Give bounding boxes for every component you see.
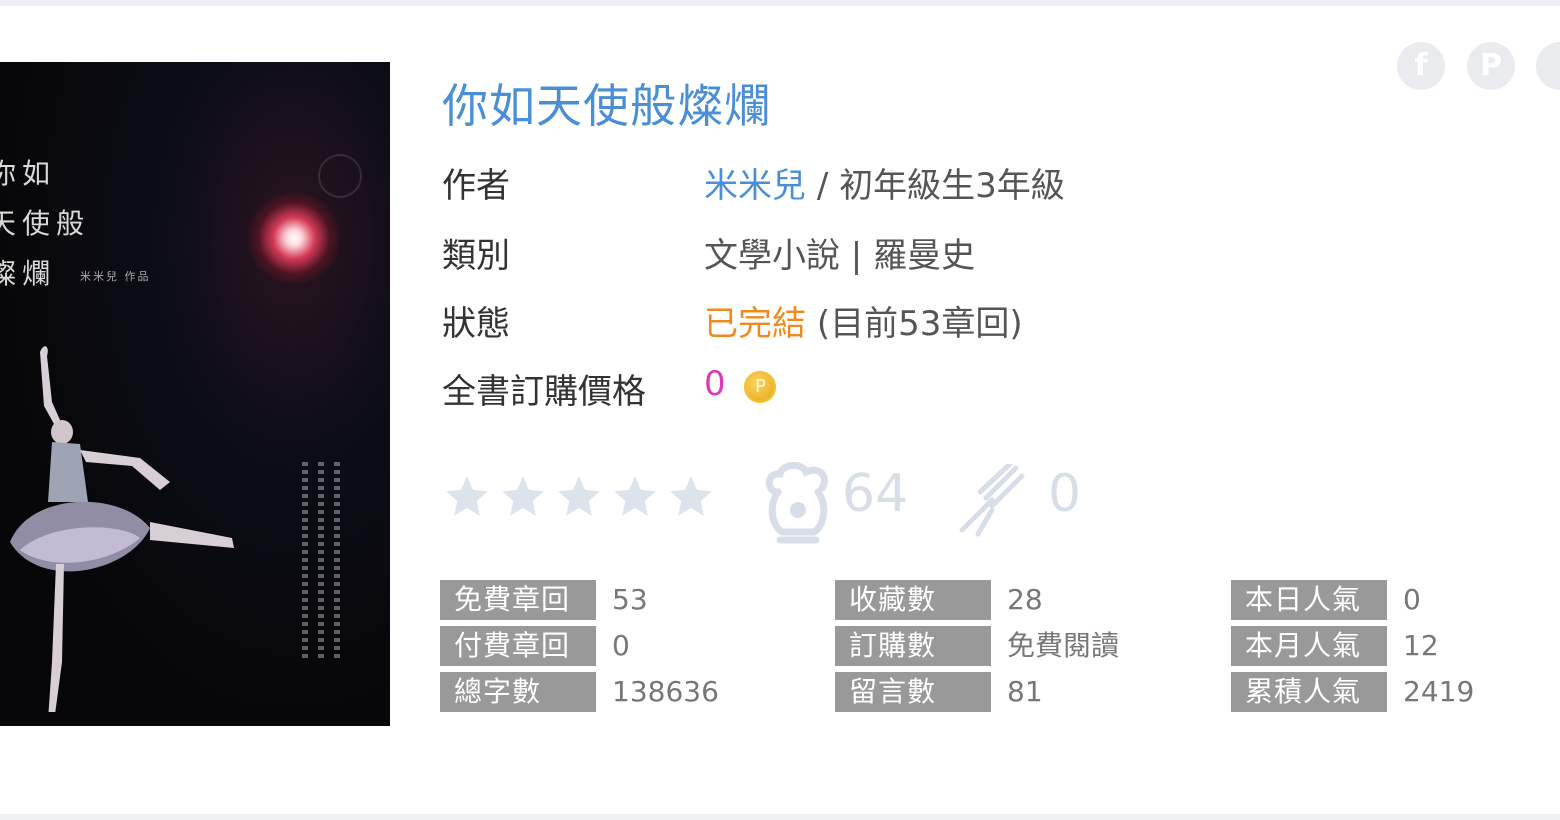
- plurk-share-icon[interactable]: P: [1467, 42, 1515, 90]
- more-share-icon[interactable]: [1536, 42, 1560, 90]
- category-label: 類別: [442, 236, 510, 276]
- cover-title-line: 天使般: [0, 207, 91, 240]
- stat-label: 收藏數: [835, 580, 991, 620]
- stat-label: 累積人氣: [1231, 672, 1387, 712]
- coin-icon: P: [744, 371, 777, 403]
- stat-label: 總字數: [440, 672, 596, 712]
- author-value: 米米兒 / 初年級生3年級: [704, 158, 1065, 207]
- price-value-wrap: 0 P: [704, 364, 777, 404]
- fork-count: 0: [1048, 464, 1082, 524]
- stat-label: 本日人氣: [1231, 580, 1387, 620]
- author-link[interactable]: 米米兒: [704, 166, 806, 206]
- chef-hat-icon[interactable]: [762, 462, 834, 548]
- stat-label: 付費章回: [440, 626, 596, 666]
- stat-value: 2419: [1403, 675, 1475, 708]
- cover-title-line: 燦爛: [0, 257, 57, 290]
- category-value[interactable]: 文學小說 | 羅曼史: [704, 228, 975, 277]
- stat-value: 28: [1007, 583, 1043, 616]
- ballerina-figure: [10, 346, 234, 712]
- status-label: 狀態: [442, 304, 510, 344]
- price-label: 全書訂購價格: [442, 372, 646, 412]
- cover-light-ring: [318, 154, 362, 198]
- book-title[interactable]: 你如天使般燦爛: [442, 70, 771, 136]
- author-label: 作者: [442, 166, 510, 206]
- cover-byline: 米米兒 作品: [80, 270, 151, 283]
- cover-vertical-text: [302, 462, 308, 662]
- stat-value: 12: [1403, 629, 1439, 662]
- stat-label: 訂購數: [835, 626, 991, 666]
- cover-title-line: 你如: [0, 157, 57, 190]
- stat-value: 138636: [612, 675, 719, 708]
- author-level: / 初年級生3年級: [816, 166, 1065, 206]
- stat-value: 免費閱讀: [1007, 629, 1120, 662]
- stat-label: 免費章回: [440, 580, 596, 620]
- rating-stars[interactable]: [442, 472, 716, 522]
- status-value: 已完結 (目前53章回): [704, 296, 1023, 345]
- stat-label: 留言數: [835, 672, 991, 712]
- star-icon[interactable]: [666, 472, 716, 522]
- book-cover-image[interactable]: 你如 天使般 燦爛 米米兒 作品: [0, 62, 390, 726]
- star-icon[interactable]: [610, 472, 660, 522]
- fork-icon[interactable]: [956, 464, 1036, 540]
- chef-count: 64: [842, 464, 909, 524]
- stat-value: 0: [612, 629, 630, 662]
- star-icon[interactable]: [554, 472, 604, 522]
- cover-vertical-text: [334, 462, 340, 662]
- status-completed: 已完結: [704, 304, 806, 344]
- star-icon[interactable]: [498, 472, 548, 522]
- stat-value: 81: [1007, 675, 1043, 708]
- price-value: 0: [704, 364, 726, 404]
- cover-vertical-text: [318, 462, 324, 662]
- stat-value: 53: [612, 583, 648, 616]
- cover-light-glow: [248, 192, 340, 284]
- facebook-share-icon[interactable]: f: [1397, 42, 1445, 90]
- stat-value: 0: [1403, 583, 1421, 616]
- stat-label: 本月人氣: [1231, 626, 1387, 666]
- star-icon[interactable]: [442, 472, 492, 522]
- status-chapters: (目前53章回): [816, 304, 1023, 344]
- book-card: 你如 天使般 燦爛 米米兒 作品 你如天使般燦爛 作者 米米兒 / 初年級生3年: [0, 6, 1560, 814]
